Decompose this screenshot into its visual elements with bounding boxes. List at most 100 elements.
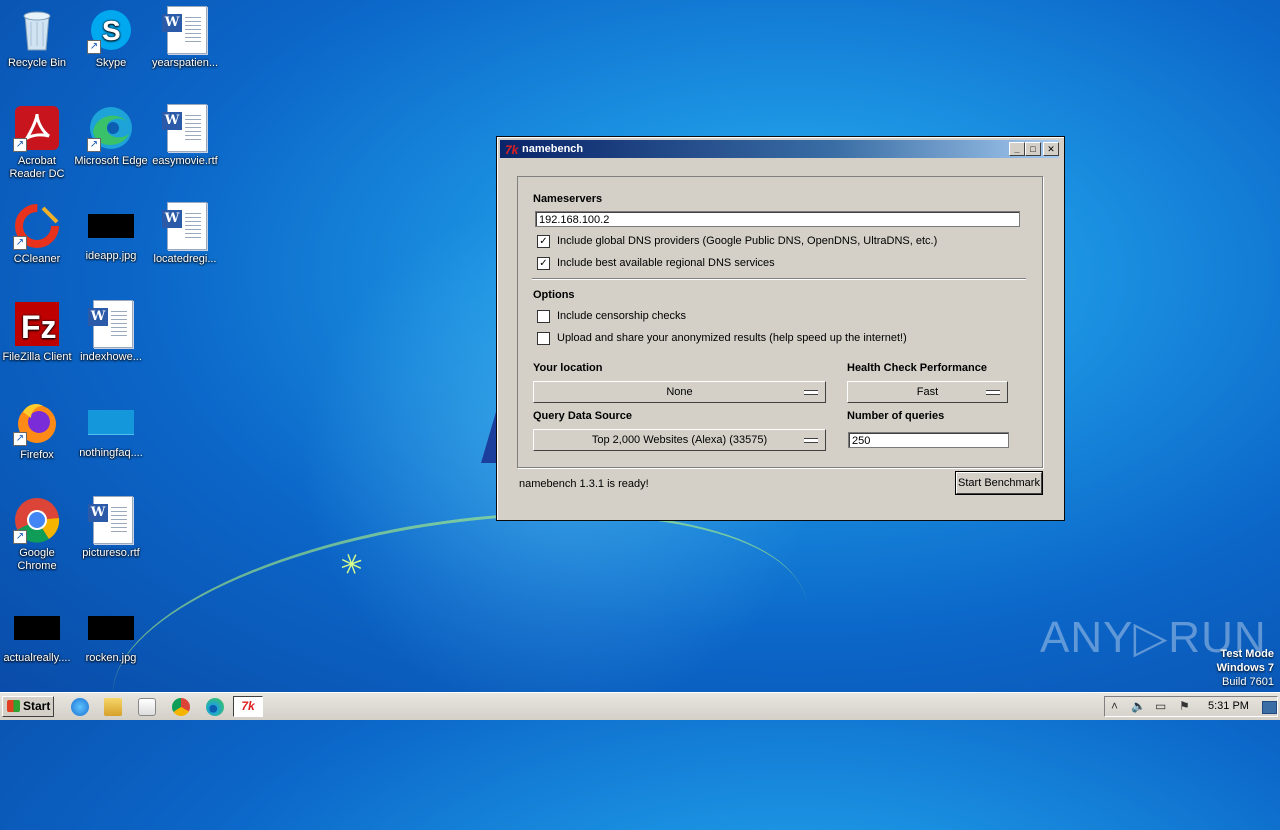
status-text: namebench 1.3.1 is ready!: [519, 478, 649, 490]
window-titlebar[interactable]: 7k namebench _ □ ✕: [500, 140, 1059, 158]
section-divider: [532, 278, 1026, 280]
minimize-button[interactable]: _: [1009, 142, 1025, 156]
shortcut-arrow-icon: ↗: [87, 40, 101, 54]
desktop-icon-label: Microsoft Edge: [74, 155, 148, 167]
dropdown-grip-icon: [986, 390, 1000, 395]
desktop-icon-ccleaner[interactable]: ↗ CCleaner: [0, 202, 74, 266]
desktop-icon-skype[interactable]: S ↗ Skype: [74, 6, 148, 70]
media-player-icon[interactable]: [138, 698, 156, 716]
location-dropdown[interactable]: None: [533, 381, 826, 403]
namebench-window[interactable]: 7k namebench _ □ ✕ Nameservers 192.168.1…: [496, 136, 1065, 521]
desktop-icon-pictureso[interactable]: W pictureso.rtf: [74, 496, 148, 560]
desktop-icon-label: Google Chrome: [17, 547, 57, 572]
desktop-icon-indexhowe[interactable]: W indexhowe...: [74, 300, 148, 364]
settings-group: Nameservers 192.168.100.2 ✓ Include glob…: [517, 176, 1043, 468]
image-file-icon: [14, 616, 60, 640]
svg-text:S: S: [102, 15, 121, 46]
desktop-icon-label: Acrobat Reader DC: [9, 155, 65, 180]
queries-label: Number of queries: [847, 410, 945, 422]
show-desktop-icon[interactable]: [1262, 701, 1277, 714]
desktop-icon-label: actualreally....: [3, 652, 71, 664]
location-value: None: [666, 386, 693, 398]
upload-label: Upload and share your anonymized results…: [557, 332, 907, 344]
censorship-label: Include censorship checks: [557, 310, 687, 322]
file-explorer-icon[interactable]: [104, 698, 122, 716]
censorship-checkbox[interactable]: [537, 310, 550, 323]
recycle-bin-icon: [13, 6, 61, 54]
upload-checkbox[interactable]: [537, 332, 550, 345]
show-hidden-icons-icon[interactable]: ˄: [1111, 699, 1118, 713]
desktop-icon-acrobat[interactable]: ↗ Acrobat Reader DC: [0, 104, 74, 181]
nameservers-input[interactable]: 192.168.100.2: [535, 211, 1020, 227]
namebench-app-icon: 7k: [505, 143, 519, 157]
desktop-icon-rocken[interactable]: rocken.jpg: [74, 604, 148, 665]
test-mode-text: Test Mode: [1220, 648, 1274, 660]
health-dropdown[interactable]: Fast: [847, 381, 1008, 403]
shortcut-arrow-icon: ↗: [87, 138, 101, 152]
edge-icon: ↗: [87, 104, 135, 152]
options-label: Options: [533, 289, 575, 301]
desktop-icon-label: Firefox: [20, 449, 54, 461]
test-mode-info: Test Mode Windows 7 Build 7601: [1217, 647, 1274, 689]
close-button[interactable]: ✕: [1043, 142, 1059, 156]
desktop-icon-locatedregi[interactable]: W locatedregi...: [148, 202, 222, 266]
desktop-icon-easymovie[interactable]: W easymovie.rtf: [148, 104, 222, 168]
desktop-icon-edge[interactable]: ↗ Microsoft Edge: [74, 104, 148, 168]
shortcut-arrow-icon: ↗: [13, 530, 27, 544]
word-document-icon: W: [87, 496, 135, 544]
ccleaner-icon: ↗: [13, 202, 61, 250]
chrome-icon: ↗: [13, 496, 61, 544]
dropdown-grip-icon: [804, 438, 818, 443]
desktop-icon-label: indexhowe...: [80, 351, 142, 363]
namebench-taskbar-button[interactable]: 7k: [233, 696, 263, 717]
queries-input[interactable]: 250: [848, 432, 1009, 448]
data-source-value: Top 2,000 Websites (Alexa) (33575): [591, 434, 768, 446]
taskbar: Start 7k ˄ 🔈 ▭ ⚑ 5:31 PM: [0, 692, 1280, 720]
nameservers-label: Nameservers: [533, 193, 603, 205]
regional-dns-checkbox[interactable]: ✓: [537, 257, 550, 270]
health-value: Fast: [916, 386, 939, 398]
desktop-icon-firefox[interactable]: ↗ Firefox: [0, 398, 74, 462]
desktop-icon-label: Recycle Bin: [7, 57, 67, 69]
shortcut-arrow-icon: ↗: [13, 138, 27, 152]
windows-version-text: Windows 7: [1216, 662, 1274, 674]
desktop-icon-label: rocken.jpg: [85, 652, 137, 664]
data-source-dropdown[interactable]: Top 2,000 Websites (Alexa) (33575): [533, 429, 826, 451]
desktop-icon-yearspatien[interactable]: W yearspatien...: [148, 6, 222, 70]
taskbar-clock[interactable]: 5:31 PM: [1208, 700, 1249, 712]
data-source-label: Query Data Source: [533, 410, 633, 422]
desktop-icon-label: yearspatien...: [151, 57, 219, 69]
desktop-icon-label: ideapp.jpg: [85, 250, 137, 262]
word-document-icon: W: [87, 300, 135, 348]
desktop-icon-label: pictureso.rtf: [82, 547, 140, 559]
internet-explorer-icon[interactable]: [71, 698, 89, 716]
desktop-icon-actualreally[interactable]: actualreally....: [0, 604, 74, 665]
system-tray: ˄ 🔈 ▭ ⚑: [1104, 696, 1278, 717]
desktop-icon-recycle-bin[interactable]: Recycle Bin: [0, 6, 74, 70]
acrobat-icon: ↗: [13, 104, 61, 152]
desktop-icon-label: locatedregi...: [153, 253, 217, 265]
shortcut-arrow-icon: ↗: [13, 236, 27, 250]
desktop-icon-chrome[interactable]: ↗ Google Chrome: [0, 496, 74, 573]
start-benchmark-button[interactable]: Start Benchmark: [956, 472, 1042, 494]
health-label: Health Check Performance: [847, 362, 987, 374]
word-document-icon: W: [161, 202, 209, 250]
desktop-icon-nothingfaq[interactable]: nothingfaq....: [74, 398, 148, 460]
maximize-button[interactable]: □: [1025, 142, 1041, 156]
start-label: Start: [23, 699, 51, 713]
network-icon[interactable]: ▭: [1155, 699, 1166, 713]
firefox-icon: ↗: [13, 398, 61, 446]
action-center-flag-icon[interactable]: ⚑: [1179, 699, 1190, 713]
chrome-taskbar-icon[interactable]: [172, 698, 190, 716]
desktop-icon-ideapp[interactable]: ideapp.jpg: [74, 202, 148, 263]
dropdown-grip-icon: [804, 390, 818, 395]
edge-taskbar-icon[interactable]: [206, 698, 224, 716]
skype-icon: S ↗: [87, 6, 135, 54]
global-dns-checkbox[interactable]: ✓: [537, 235, 550, 248]
volume-icon[interactable]: 🔈: [1131, 699, 1146, 713]
desktop-icon-label: nothingfaq....: [79, 447, 143, 459]
shortcut-arrow-icon: ↗: [13, 432, 27, 446]
desktop-icon-filezilla[interactable]: Fz FileZilla Client: [0, 300, 74, 364]
location-label: Your location: [533, 362, 603, 374]
start-button[interactable]: Start: [2, 696, 54, 717]
